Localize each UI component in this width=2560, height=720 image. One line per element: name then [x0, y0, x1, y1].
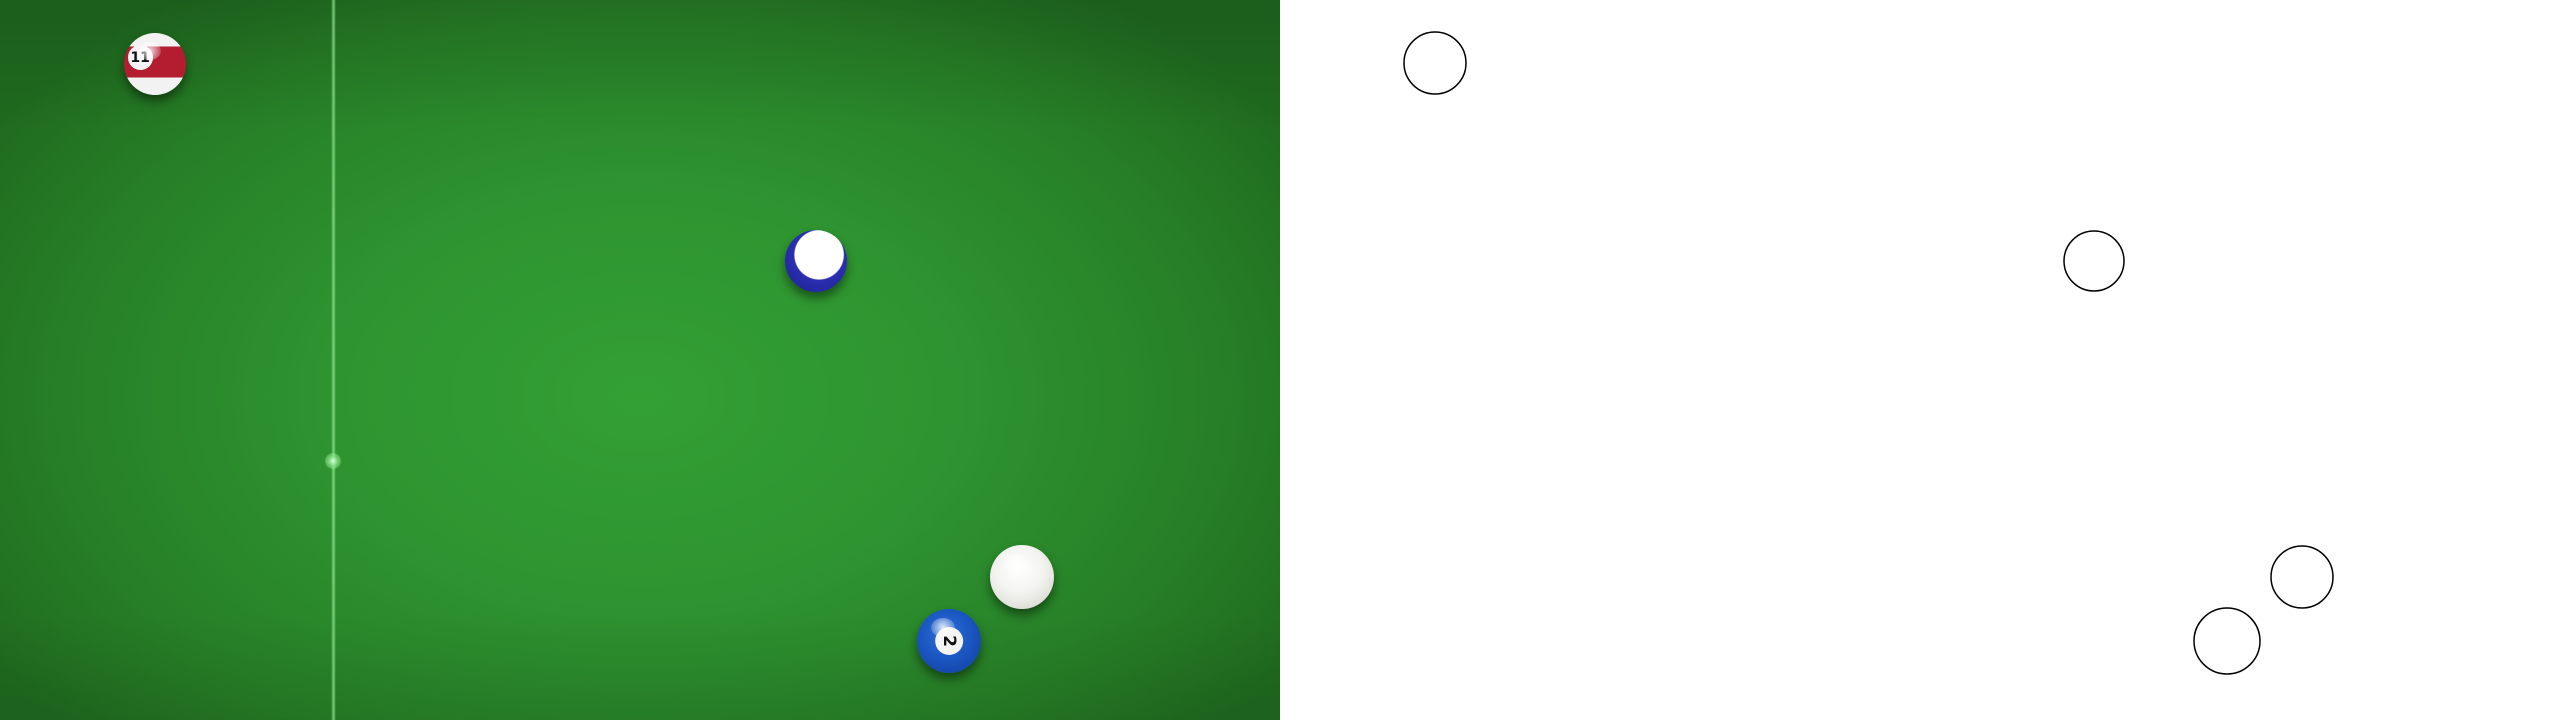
ball-shine: [1004, 553, 1029, 574]
ball-outline-panel: [1280, 0, 2560, 720]
ball-2[interactable]: 2: [917, 609, 981, 673]
outline-ball-10: [2063, 230, 2125, 292]
outline-cue-ball: [2270, 545, 2334, 609]
outline-canvas: [1403, 31, 2334, 675]
pool-table-felt[interactable]: 11 2: [0, 0, 1280, 720]
outline-ball-11: [1403, 31, 1467, 95]
head-spot-marker: [325, 453, 341, 469]
ball-shine: [137, 41, 162, 61]
cue-ball[interactable]: [990, 545, 1054, 609]
ball-10[interactable]: [785, 230, 847, 292]
game-screen: 11 2: [0, 0, 2560, 720]
outline-ball-2: [2193, 607, 2261, 675]
head-string-line: [331, 0, 336, 720]
ball-11[interactable]: 11: [124, 33, 186, 95]
